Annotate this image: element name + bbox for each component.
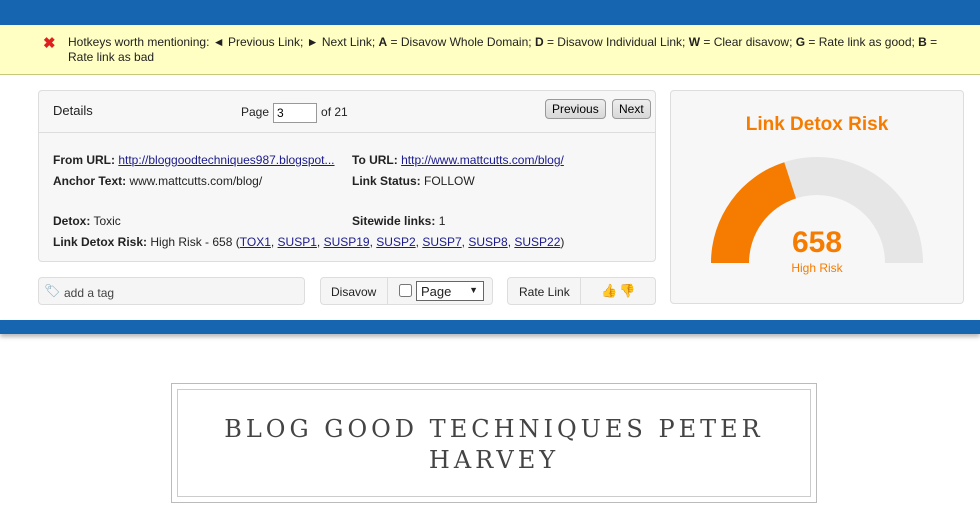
- tag-icon: 🏷: [44, 283, 61, 298]
- bottom-bar: [0, 320, 980, 334]
- hotkeys-notice: ✖ Hotkeys worth mentioning: ◄ Previous L…: [0, 25, 980, 75]
- blog-title-box: BLOG GOOD TECHNIQUES PETER HARVEY: [171, 383, 817, 503]
- risk-code-link[interactable]: SUSP1: [278, 235, 317, 249]
- link-detox-risk: Link Detox Risk: High Risk - 658 (TOX1, …: [53, 235, 565, 249]
- close-icon[interactable]: ✖: [43, 36, 56, 51]
- next-button[interactable]: Next: [612, 99, 651, 119]
- pager: Page of 21: [241, 103, 348, 123]
- link-status: Link Status: FOLLOW: [352, 174, 475, 188]
- divider: [387, 278, 388, 304]
- details-panel: Details Page of 21 Previous Next From URL…: [38, 90, 656, 262]
- value: FOLLOW: [424, 174, 475, 188]
- hotkey: D: [534, 35, 544, 49]
- hotkeys-text: = Disavow Whole Domain;: [387, 35, 535, 49]
- details-title: Details: [53, 103, 93, 118]
- thumbs-down-icon[interactable]: 👎: [619, 283, 635, 299]
- select-value: Page: [421, 284, 452, 299]
- tag-placeholder: add a tag: [64, 286, 115, 300]
- from-url: From URL: http://bloggoodtechniques987.b…: [53, 153, 335, 167]
- label: Link Status:: [352, 174, 421, 188]
- dropdown-arrow-icon: ▼: [469, 285, 478, 295]
- rate-box: Rate Link 👍 👎: [507, 277, 656, 305]
- disavow-box: Disavow Page ▼: [320, 277, 493, 305]
- from-url-link[interactable]: http://bloggoodtechniques987.blogspot...: [118, 153, 334, 167]
- to-url: To URL: http://www.mattcutts.com/blog/: [352, 153, 564, 167]
- label: Detox:: [53, 214, 91, 228]
- risk-code-link[interactable]: TOX1: [240, 235, 271, 249]
- value: High Risk - 658 (: [150, 235, 240, 249]
- disavow-checkbox[interactable]: [399, 284, 412, 297]
- label: Link Detox Risk:: [53, 235, 148, 249]
- page-count: of 21: [321, 105, 348, 120]
- blog-title: BLOG GOOD TECHNIQUES PETER HARVEY: [224, 415, 764, 474]
- risk-code-link[interactable]: SUSP7: [422, 235, 461, 249]
- page-label: Page: [241, 105, 270, 120]
- hotkey: B: [918, 35, 927, 49]
- hotkey: G: [795, 35, 806, 49]
- label: Sitewide links:: [352, 214, 436, 228]
- hotkeys-text: = Clear disavow;: [700, 35, 796, 49]
- top-bar: [0, 0, 980, 25]
- value: 1: [438, 214, 446, 228]
- risk-code-link[interactable]: SUSP8: [468, 235, 507, 249]
- detox: Detox: Toxic: [53, 214, 121, 228]
- risk-code-link[interactable]: SUSP19: [324, 235, 370, 249]
- gauge-label: High Risk: [791, 261, 843, 275]
- rate-label: Rate Link: [519, 285, 570, 299]
- divider: [580, 278, 581, 304]
- risk-code-link[interactable]: SUSP22: [514, 235, 560, 249]
- hotkeys-text: = Disavow Individual Link;: [543, 35, 689, 49]
- page-input[interactable]: [273, 103, 318, 123]
- previous-button[interactable]: Previous: [545, 99, 606, 119]
- value: Toxic: [93, 214, 121, 228]
- label: From URL:: [53, 153, 115, 167]
- label: To URL:: [352, 153, 398, 167]
- to-url-link[interactable]: http://www.mattcutts.com/blog/: [401, 153, 564, 167]
- anchor-text: Anchor Text: www.mattcutts.com/blog/: [53, 174, 262, 188]
- thumbs-up-icon[interactable]: 👍: [601, 283, 617, 299]
- disavow-select[interactable]: Page ▼: [416, 281, 484, 301]
- tag-input[interactable]: 🏷 add a tag: [38, 277, 305, 305]
- sitewide-links: Sitewide links: 1: [352, 214, 445, 228]
- label: Anchor Text:: [53, 174, 127, 188]
- disavow-label: Disavow: [331, 285, 377, 299]
- gauge-value: 658: [791, 226, 843, 259]
- hotkeys-text: = Rate link as good;: [805, 35, 919, 49]
- value: www.mattcutts.com/blog/: [129, 174, 263, 188]
- risk-gauge-panel: Link Detox Risk 658 High Risk: [670, 90, 964, 304]
- hotkeys-text: Hotkeys worth mentioning: ◄ Previous Lin…: [68, 35, 379, 49]
- hotkey: A: [378, 35, 388, 49]
- hotkey: W: [688, 35, 701, 49]
- paren: ): [560, 235, 565, 249]
- risk-code-link[interactable]: SUSP2: [376, 235, 415, 249]
